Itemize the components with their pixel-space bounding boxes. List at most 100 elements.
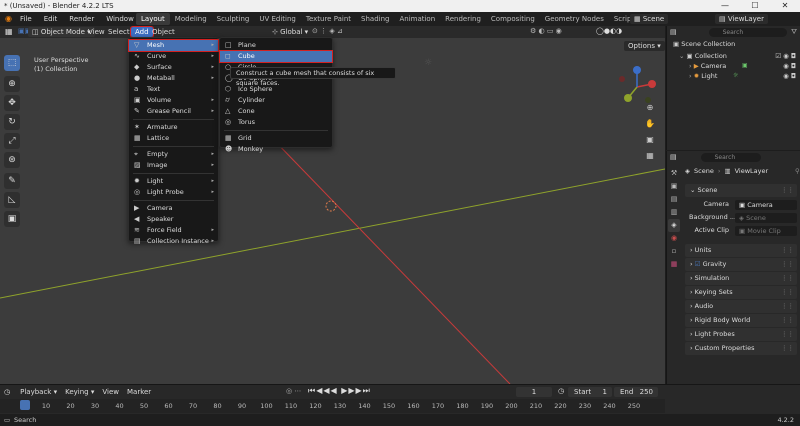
- menu-file[interactable]: File: [14, 12, 38, 26]
- background-scene-field[interactable]: ◈ Scene: [735, 213, 797, 223]
- editor-type-icon[interactable]: ▦: [5, 27, 13, 36]
- render-tab-icon[interactable]: ▣: [668, 180, 680, 193]
- move-tool-icon[interactable]: ✥: [4, 95, 20, 111]
- tab-sculpting[interactable]: Sculpting: [212, 13, 255, 25]
- add-menu-item-light-probe[interactable]: ◎ Light Probe ▸: [129, 187, 218, 198]
- tab-rendering[interactable]: Rendering: [440, 13, 486, 25]
- menu-window[interactable]: Window: [100, 12, 140, 26]
- cursor-tool-icon[interactable]: ⊕: [4, 76, 20, 92]
- section-custom-properties[interactable]: › Custom Properties ⋮⋮: [685, 342, 797, 355]
- outliner-search-input[interactable]: Search: [708, 27, 788, 37]
- properties-editor-icon[interactable]: ▤: [670, 153, 677, 161]
- add-menu-item-image[interactable]: ▨ Image ▸: [129, 160, 218, 171]
- mesh-item-cube[interactable]: ◻ Cube: [219, 50, 333, 63]
- measure-tool-icon[interactable]: ◺: [4, 192, 20, 208]
- filter-icon[interactable]: ⛛: [791, 28, 797, 37]
- zoom-icon[interactable]: ⊕: [643, 100, 657, 116]
- drag-handle-icon[interactable]: ⋮⋮: [781, 314, 794, 327]
- scale-tool-icon[interactable]: ⤢: [4, 133, 20, 149]
- playhead-marker[interactable]: [20, 400, 30, 410]
- outliner-scene-collection[interactable]: ▣ Scene Collection: [667, 38, 800, 51]
- add-menu-item-text[interactable]: a Text: [129, 84, 218, 95]
- blender-logo-icon[interactable]: ◉: [5, 14, 12, 23]
- record-icon[interactable]: ◎ ⋯: [286, 387, 301, 395]
- tab-texture-paint[interactable]: Texture Paint: [301, 13, 356, 25]
- menu-edit[interactable]: Edit: [38, 12, 64, 26]
- current-frame-field[interactable]: 1: [516, 387, 552, 397]
- drag-handle-icon[interactable]: ⋮⋮: [781, 272, 794, 285]
- drag-handle-icon[interactable]: ⋮⋮: [781, 244, 794, 257]
- drag-handle-icon[interactable]: ⋮⋮: [781, 300, 794, 313]
- select-box-tool-icon[interactable]: ⬚: [4, 55, 20, 71]
- tool-tab-icon[interactable]: ⚒: [668, 167, 680, 180]
- drag-handle-icon[interactable]: ⋮⋮: [781, 342, 794, 355]
- drag-handle-icon[interactable]: ⋮⋮: [781, 286, 794, 299]
- timeline-view-menu[interactable]: View: [98, 387, 123, 397]
- light-data-icon[interactable]: ☼: [733, 71, 738, 81]
- outliner-row-collection[interactable]: ⌄ ▣ Collection ☑ ◉ ◘: [667, 51, 800, 61]
- section-gravity[interactable]: › ☑ Gravity ⋮⋮: [685, 258, 797, 271]
- add-menu-item-volume[interactable]: ▣ Volume ▸: [129, 95, 218, 106]
- mesh-item-grid[interactable]: ▦ Grid: [220, 133, 332, 144]
- add-cube-tool-icon[interactable]: ▣: [4, 211, 20, 227]
- playback-controls[interactable]: ⏮◀◀◀ ▶▶▶⏭: [308, 386, 371, 396]
- add-menu-item-lattice[interactable]: ▦ Lattice: [129, 133, 218, 144]
- add-menu-item-mesh[interactable]: ▽ Mesh ▸: [128, 39, 219, 52]
- camera-field[interactable]: ▣ Camera: [735, 200, 797, 210]
- tab-compositing[interactable]: Compositing: [486, 13, 540, 25]
- active-clip-field[interactable]: ▣ Movie Clip: [735, 226, 797, 236]
- keying-menu[interactable]: Keying ▾: [61, 387, 98, 397]
- add-menu-item-armature[interactable]: ✶ Armature: [129, 122, 218, 133]
- pin-icon[interactable]: ⚲: [795, 167, 800, 175]
- add-menu-item-empty[interactable]: ⌖ Empty ▸: [129, 149, 218, 160]
- mesh-item-plane[interactable]: □ Plane: [220, 40, 332, 51]
- pan-hand-icon[interactable]: ✋: [643, 116, 657, 132]
- scene-tab-icon[interactable]: ◈: [668, 219, 680, 232]
- add-menu-item-force-field[interactable]: ≋ Force Field ▸: [129, 225, 218, 236]
- outliner-row-light[interactable]: › ✹ Light ☼ ◉ ◘: [667, 71, 800, 81]
- options-dropdown[interactable]: Options ▾: [624, 41, 665, 51]
- maximize-button[interactable]: ☐: [740, 0, 770, 12]
- add-menu-item-curve[interactable]: ∿ Curve ▸: [129, 51, 218, 62]
- transform-tool-icon[interactable]: ⊛: [4, 152, 20, 168]
- start-frame-field[interactable]: Start 1: [568, 387, 612, 397]
- select-menu[interactable]: Select: [104, 27, 134, 37]
- mesh-item-monkey[interactable]: ☻ Monkey: [220, 144, 332, 155]
- tab-animation[interactable]: Animation: [394, 13, 440, 25]
- mesh-item-cone[interactable]: △ Cone: [220, 106, 332, 117]
- shading-mode-icons[interactable]: ◯●◐◑: [596, 27, 622, 35]
- menu-render[interactable]: Render: [63, 12, 100, 26]
- timeline-editor-icon[interactable]: ◷: [4, 388, 10, 396]
- tab-uv-editing[interactable]: UV Editing: [254, 13, 301, 25]
- clock-icon[interactable]: ◷: [558, 387, 564, 395]
- view-layer-tab-icon[interactable]: ▥: [668, 206, 680, 219]
- marker-menu[interactable]: Marker: [123, 387, 155, 397]
- tab-modeling[interactable]: Modeling: [170, 13, 212, 25]
- camera-view-icon[interactable]: ▣: [643, 132, 657, 148]
- mesh-item-torus[interactable]: ◎ Torus: [220, 117, 332, 128]
- tab-layout[interactable]: Layout: [136, 13, 170, 25]
- add-menu-item-grease-pencil[interactable]: ✎ Grease Pencil ▸: [129, 106, 218, 117]
- properties-search-input[interactable]: Search: [700, 152, 761, 162]
- visibility-icons[interactable]: ◉ ◘: [783, 71, 796, 81]
- scene-section-header[interactable]: ⌄ Scene ⋮⋮: [685, 184, 797, 197]
- playback-menu[interactable]: Playback ▾: [16, 387, 61, 397]
- drag-handle-icon[interactable]: ⋮⋮: [781, 328, 794, 341]
- light-object-icon[interactable]: ☼: [424, 58, 432, 68]
- add-menu-item-collection-instance[interactable]: ▤ Collection Instance ▸: [129, 236, 218, 247]
- minimize-button[interactable]: —: [710, 0, 740, 12]
- add-menu-item-surface[interactable]: ◆ Surface ▸: [129, 62, 218, 73]
- snap-icons[interactable]: ⊙ ⋮ ◈ ⊿: [312, 27, 343, 35]
- section-keying-sets[interactable]: › Keying Sets ⋮⋮: [685, 286, 797, 299]
- add-menu-item-speaker[interactable]: ◀ Speaker: [129, 214, 218, 225]
- add-menu-item-metaball[interactable]: ● Metaball ▸: [129, 73, 218, 84]
- overlay-icons[interactable]: ⚙ ◐ ▭ ◉: [530, 27, 562, 35]
- section-rigid-body-world[interactable]: › Rigid Body World ⋮⋮: [685, 314, 797, 327]
- transform-orientation-dropdown[interactable]: ⊹ Global ▾: [268, 27, 312, 37]
- output-tab-icon[interactable]: ▤: [668, 193, 680, 206]
- timeline-ruler[interactable]: 1102030405060708090100110120130140150160…: [0, 399, 665, 413]
- ortho-grid-icon[interactable]: ▦: [643, 148, 657, 164]
- rotate-tool-icon[interactable]: ↻: [4, 114, 20, 130]
- tab-shading[interactable]: Shading: [356, 13, 394, 25]
- section-audio[interactable]: › Audio ⋮⋮: [685, 300, 797, 313]
